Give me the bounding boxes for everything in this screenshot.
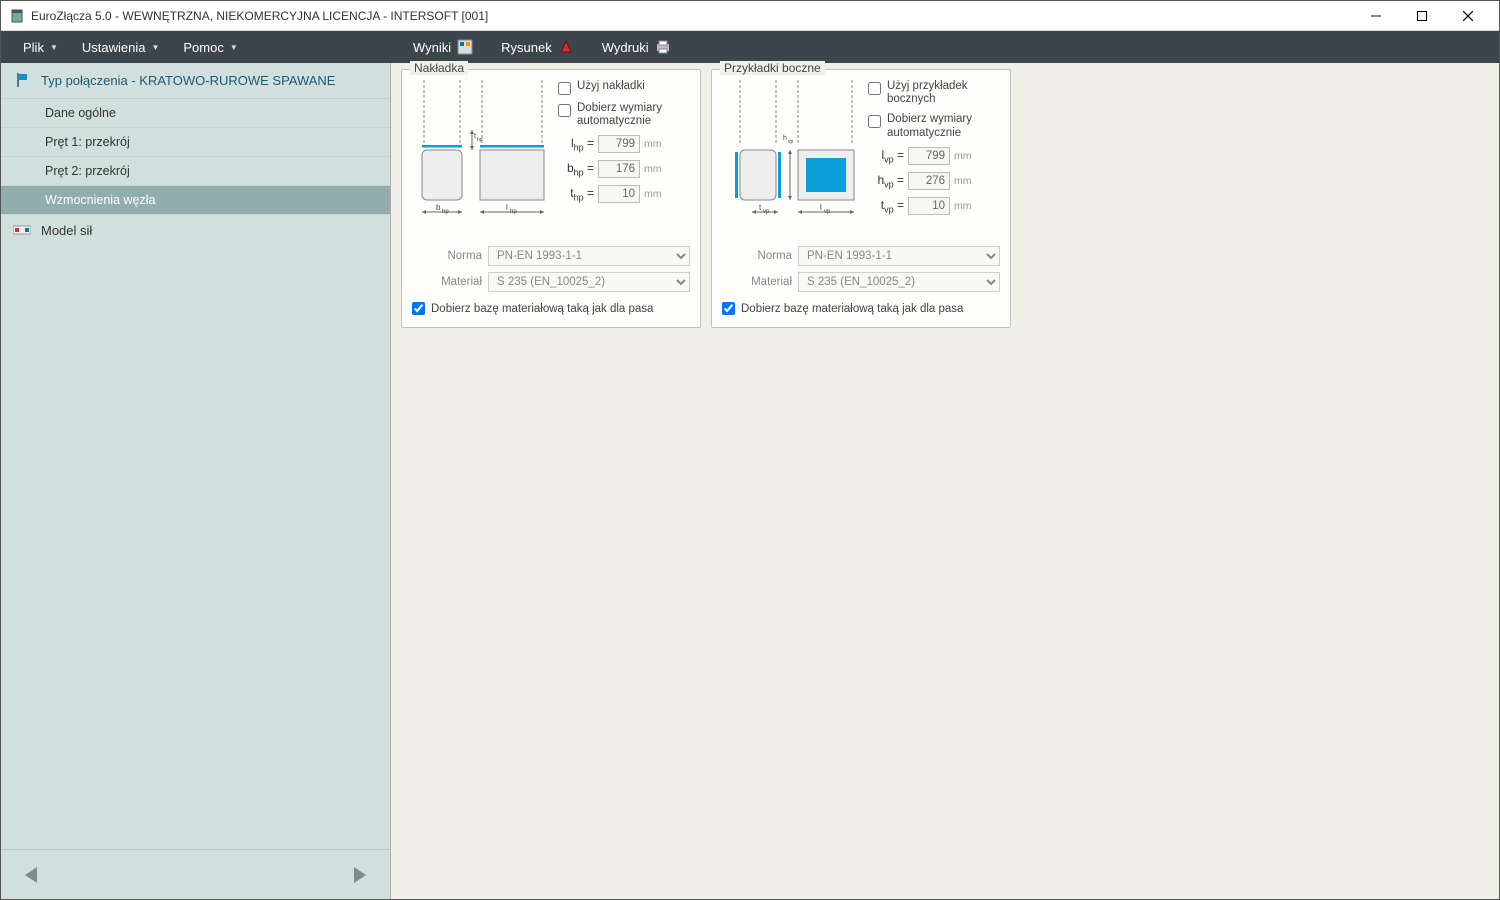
chk-baza-p[interactable]: [722, 302, 735, 315]
select-norma-p[interactable]: PN-EN 1993-1-1: [798, 246, 1000, 266]
sidebar-item-wzmocnienia[interactable]: Wzmocnienia węzła: [1, 186, 390, 215]
label-tvp: tvp =: [868, 198, 904, 214]
group-title-przykladki: Przykładki boczne: [720, 61, 825, 75]
prev-arrow-icon[interactable]: [19, 863, 43, 887]
chk-auto-wymiary-n[interactable]: [558, 104, 571, 117]
svg-text:t: t: [474, 133, 476, 140]
next-arrow-icon[interactable]: [348, 863, 372, 887]
select-norma-n[interactable]: PN-EN 1993-1-1: [488, 246, 690, 266]
menu-wyniki[interactable]: Wyniki: [403, 31, 483, 63]
menu-rysunek[interactable]: Rysunek: [491, 31, 584, 63]
maximize-button[interactable]: [1399, 1, 1445, 31]
menubar: Plik▼ Ustawienia▼ Pomoc▼ Wyniki Rysunek …: [1, 31, 1499, 63]
group-title-nakladka: Nakładka: [410, 61, 468, 75]
sidebar-footer: [1, 849, 390, 899]
svg-text:b: b: [436, 203, 441, 212]
menu-wydruki[interactable]: Wydruki: [592, 31, 681, 63]
diagram-przykladki: hvp tvp lvp: [722, 80, 862, 240]
menu-plik[interactable]: Plik▼: [13, 31, 68, 63]
svg-text:l: l: [820, 203, 822, 212]
app-icon: [9, 8, 25, 24]
menu-ustawienia[interactable]: Ustawienia▼: [72, 31, 170, 63]
input-tvp[interactable]: [908, 197, 950, 215]
label-hvp: hvp =: [868, 173, 904, 189]
group-przykladki: Przykładki boczne: [711, 69, 1011, 328]
sidebar-item-dane[interactable]: Dane ogólne: [1, 99, 390, 128]
chk-baza-n[interactable]: [412, 302, 425, 315]
sidebar-item-pret2[interactable]: Pręt 2: przekrój: [1, 157, 390, 186]
flag-icon: [15, 72, 31, 88]
chevron-down-icon: ▼: [230, 43, 238, 52]
svg-text:vp: vp: [763, 209, 770, 215]
sidebar-model-sil[interactable]: Model sił: [1, 215, 390, 246]
minimize-button[interactable]: [1353, 1, 1399, 31]
svg-text:l: l: [506, 203, 508, 212]
label-bhp: bhp =: [558, 161, 594, 177]
sidebar-item-pret1[interactable]: Pręt 1: przekrój: [1, 128, 390, 157]
svg-text:vp: vp: [824, 209, 831, 215]
select-material-n[interactable]: S 235 (EN_10025_2): [488, 272, 690, 292]
window-title: EuroZłącza 5.0 - WEWNĘTRZNA, NIEKOMERCYJ…: [31, 9, 1353, 23]
svg-text:hp: hp: [442, 209, 449, 215]
chk-auto-wymiary-p[interactable]: [868, 115, 881, 128]
titlebar: EuroZłącza 5.0 - WEWNĘTRZNA, NIEKOMERCYJ…: [1, 1, 1499, 31]
svg-text:hp: hp: [510, 209, 517, 215]
chk-uzyj-przykladek[interactable]: [868, 82, 881, 95]
menu-pomoc[interactable]: Pomoc▼: [173, 31, 247, 63]
svg-text:h: h: [783, 135, 787, 142]
close-button[interactable]: [1445, 1, 1491, 31]
input-lvp[interactable]: [908, 147, 950, 165]
chk-uzyj-nakladki[interactable]: [558, 82, 571, 95]
sidebar-header[interactable]: Typ połączenia - KRATOWO-RUROWE SPAWANE: [1, 63, 390, 99]
model-icon: [13, 222, 31, 238]
svg-text:vp: vp: [788, 139, 794, 145]
chevron-down-icon: ▼: [151, 43, 159, 52]
svg-text:hp: hp: [477, 137, 483, 143]
input-hvp[interactable]: [908, 172, 950, 190]
label-thp: thp =: [558, 186, 594, 202]
input-bhp[interactable]: [598, 160, 640, 178]
chevron-down-icon: ▼: [50, 43, 58, 52]
select-material-p[interactable]: S 235 (EN_10025_2): [798, 272, 1000, 292]
label-lvp: lvp =: [868, 148, 904, 164]
results-icon: [457, 39, 473, 55]
sidebar: Typ połączenia - KRATOWO-RUROWE SPAWANE …: [1, 63, 391, 899]
drawing-icon: [558, 39, 574, 55]
diagram-nakladka: thp bhp lhp: [412, 80, 552, 240]
group-nakladka: Nakładka: [401, 69, 701, 328]
print-icon: [655, 39, 671, 55]
label-lhp: lhp =: [558, 136, 594, 152]
input-lhp[interactable]: [598, 135, 640, 153]
input-thp[interactable]: [598, 185, 640, 203]
content-area: Nakładka: [391, 63, 1499, 899]
svg-text:t: t: [759, 203, 762, 212]
